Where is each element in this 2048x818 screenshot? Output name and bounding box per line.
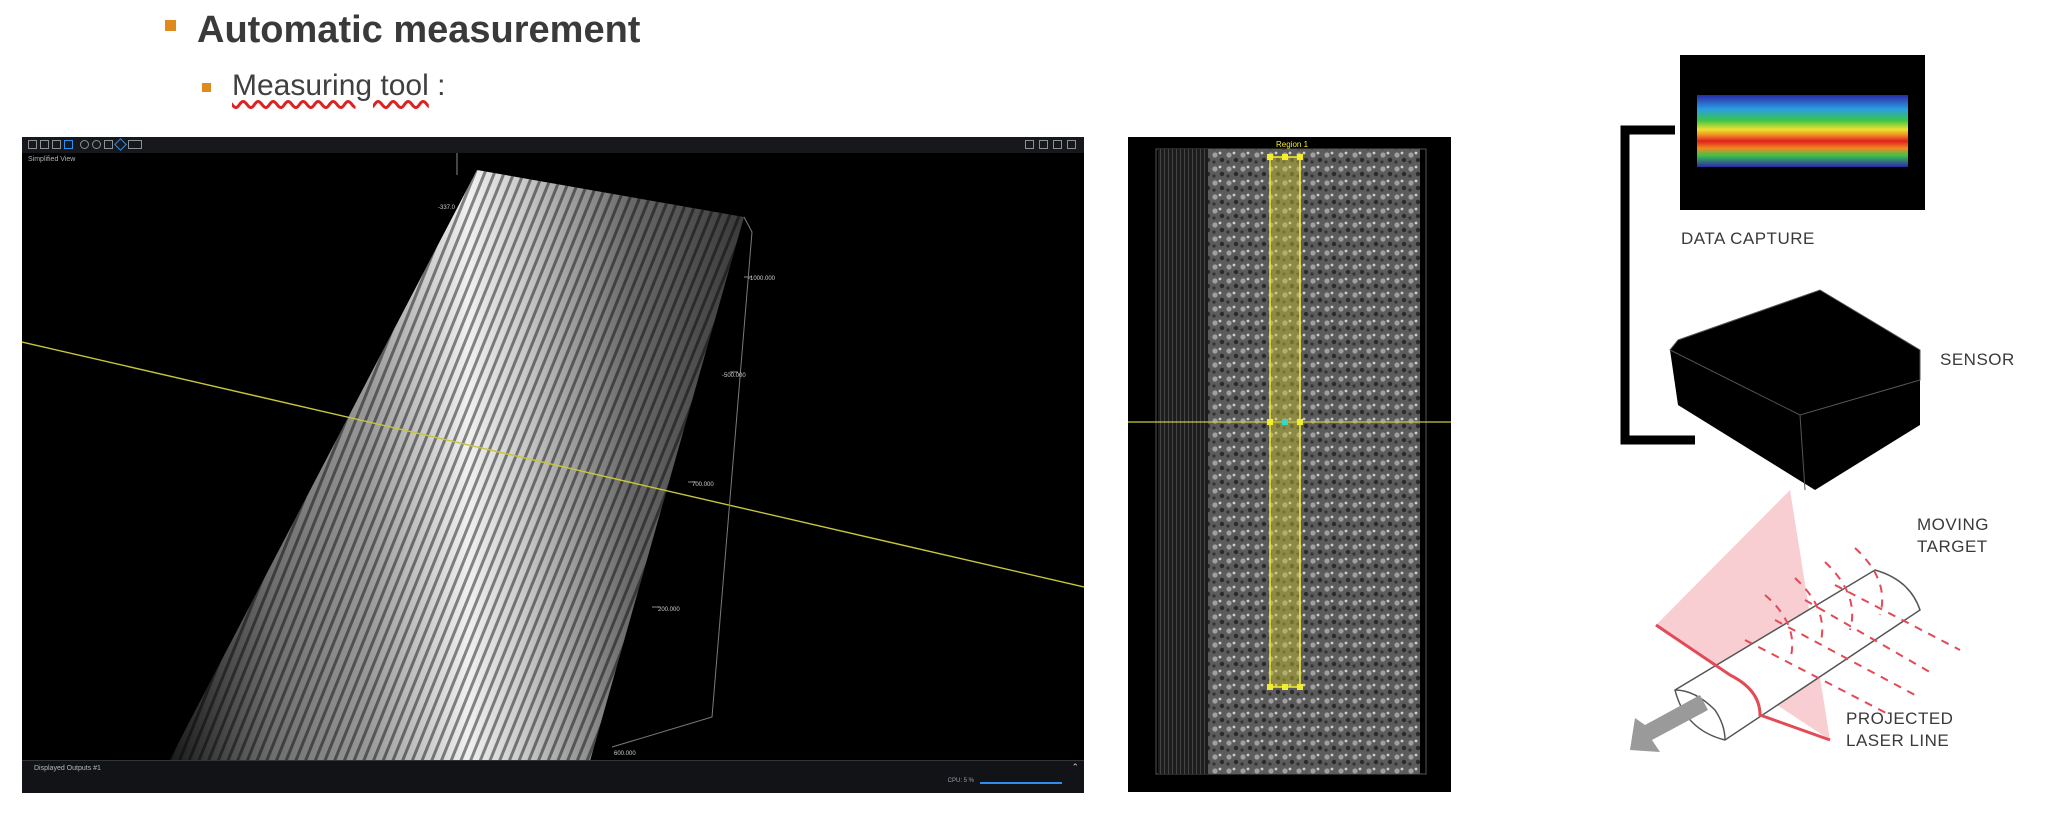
inspection-view[interactable] <box>1128 137 1451 792</box>
displayed-outputs-label[interactable]: Displayed Outputs #1 <box>34 765 101 772</box>
axis-label: -1000.000 <box>748 276 776 282</box>
laser-line-label-1: PROJECTED <box>1846 709 1954 728</box>
resize-handle[interactable] <box>1297 419 1303 425</box>
data-capture-label: DATA CAPTURE <box>1681 229 1815 248</box>
resize-handle[interactable] <box>1267 419 1273 425</box>
status-bar: Displayed Outputs #1 CPU: 5 % ⌃ <box>22 760 1084 793</box>
chevron-up-icon[interactable]: ⌃ <box>1071 762 1079 773</box>
sub-bullet-marker <box>202 83 211 92</box>
resize-handle[interactable] <box>1282 154 1288 160</box>
sensor-label: SENSOR <box>1940 350 2015 369</box>
textured-surface <box>1208 149 1420 774</box>
height-map-image[interactable] <box>1128 137 1451 792</box>
resize-handle[interactable] <box>1297 684 1303 690</box>
moving-target-label-1: MOVING <box>1917 515 1989 534</box>
moving-target-label-2: TARGET <box>1917 537 1988 556</box>
3d-viewer-window[interactable]: Simplified View -337.0 -1000.000 -500.00… <box>22 137 1084 793</box>
resize-handle[interactable] <box>1267 684 1273 690</box>
surface-texture <box>169 170 744 761</box>
resize-handle[interactable] <box>1297 154 1303 160</box>
axis-label: 700.000 <box>692 482 714 488</box>
point-cloud-view[interactable]: -337.0 -1000.000 -500.000 700.000 200.00… <box>22 137 1084 761</box>
spectrum-icon <box>1697 95 1908 167</box>
laser-sensor-diagram <box>1620 55 1961 752</box>
laser-line-label-2: LASER LINE <box>1846 731 1950 750</box>
subheading-suffix: : <box>428 69 446 102</box>
axis-label: 200.000 <box>658 607 680 613</box>
edge-region <box>1158 149 1208 774</box>
slide-subheading: Measuring tool : <box>232 69 445 103</box>
bullet-marker <box>165 20 176 31</box>
axis-label: -500.000 <box>722 373 746 379</box>
region-label: Region 1 <box>1276 140 1309 149</box>
slide-heading: Automatic measurement <box>197 9 641 51</box>
resize-handle[interactable] <box>1267 154 1273 160</box>
axis-label: -337.0 <box>438 205 456 211</box>
resize-handle[interactable] <box>1282 684 1288 690</box>
center-handle[interactable] <box>1282 419 1288 425</box>
axis-label: 600.000 <box>614 751 636 757</box>
measuring-tool-label: Measuring tool <box>232 69 429 102</box>
progress-bar <box>980 782 1062 784</box>
cpu-readout: CPU: 5 % <box>947 778 974 784</box>
